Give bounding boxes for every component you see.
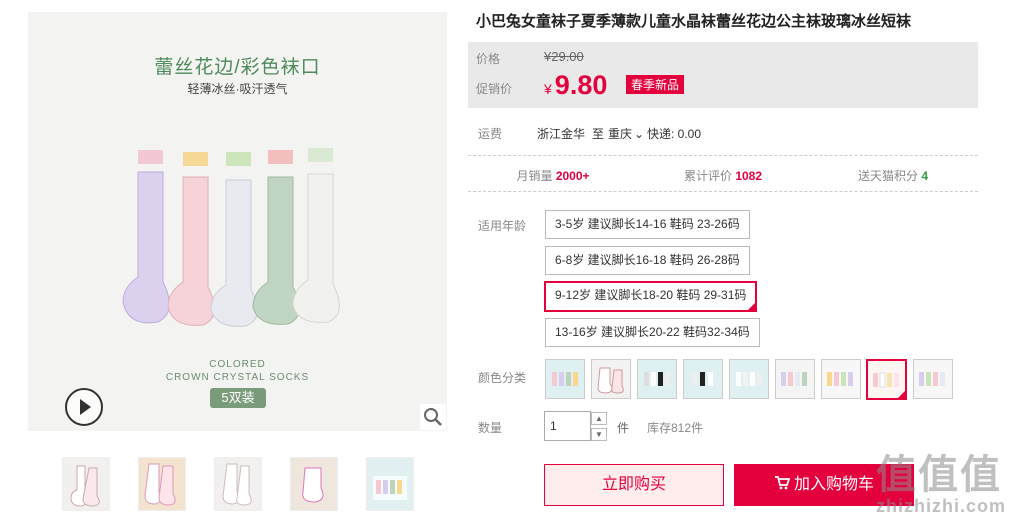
tmall-points-value: 4 bbox=[921, 169, 929, 183]
thumbnail-5[interactable] bbox=[366, 457, 414, 511]
quantity-decrease-button[interactable]: ▼ bbox=[591, 428, 607, 441]
quantity-input[interactable]: 1 bbox=[544, 411, 591, 441]
currency-symbol: ¥ bbox=[544, 81, 552, 97]
review-count-label: 累计评价 bbox=[683, 169, 732, 183]
pack-badge: 5双装 bbox=[210, 388, 266, 408]
image-subline: 轻薄冰丝·吸汗透气 bbox=[187, 82, 288, 96]
shipping-label: 运费 bbox=[478, 127, 503, 141]
watermark: 值值值 zhizhizhi.com bbox=[876, 442, 1006, 517]
chevron-down-icon: ⌄ bbox=[634, 127, 645, 141]
review-count-value: 1082 bbox=[735, 169, 763, 183]
monthly-sales-value: 2000+ bbox=[555, 169, 590, 183]
promo-price: ¥9.80 bbox=[544, 70, 607, 101]
zoom-icon[interactable] bbox=[420, 404, 446, 430]
review-count[interactable]: 累计评价 1082 bbox=[638, 167, 808, 184]
divider bbox=[468, 191, 978, 192]
image-headline: 蕾丝花边/彩色袜口 bbox=[154, 57, 321, 78]
thumbnail-4[interactable] bbox=[290, 457, 338, 511]
add-to-cart-label: 加入购物车 bbox=[793, 476, 874, 493]
selected-check-icon bbox=[896, 389, 905, 398]
promo-price-label: 促销价 bbox=[476, 82, 513, 96]
age-option-label: 9-12岁 建议脚长18-20 鞋码 29-31码 bbox=[555, 288, 747, 302]
shipping-from: 浙江金华 bbox=[537, 127, 586, 141]
age-option[interactable]: 3-5岁 建议脚长14-16 鞋码 23-26码 bbox=[545, 210, 750, 239]
image-en-line1: COLORED bbox=[209, 359, 266, 370]
divider bbox=[468, 155, 978, 156]
color-swatch-selected[interactable] bbox=[866, 359, 907, 400]
selected-check-icon bbox=[746, 301, 758, 312]
quantity-label: 数量 bbox=[478, 421, 503, 435]
stock-count: 库存812件 bbox=[647, 421, 704, 435]
quantity-increase-button[interactable]: ▲ bbox=[591, 412, 607, 425]
buy-now-button[interactable]: 立即购买 bbox=[544, 464, 724, 506]
age-option[interactable]: 13-16岁 建议脚长20-22 鞋码32-34码 bbox=[545, 318, 760, 347]
price-box: 价格 ¥29.00 促销价 ¥9.80 春季新品 bbox=[468, 42, 978, 108]
color-swatch-7[interactable] bbox=[821, 359, 861, 399]
color-swatch-9[interactable] bbox=[913, 359, 953, 399]
color-swatch-5[interactable] bbox=[729, 359, 769, 399]
promo-tag: 春季新品 bbox=[626, 75, 685, 94]
thumbnail-2[interactable] bbox=[138, 457, 186, 511]
play-icon[interactable] bbox=[65, 388, 103, 426]
tmall-points: 送天猫积分 4 bbox=[808, 167, 978, 184]
shipping-destination-select[interactable]: 重庆 ⌄ bbox=[608, 125, 644, 142]
main-product-image[interactable]: 蕾丝花边/彩色袜口 轻薄冰丝·吸汗透气 COLORED CROWN CRYSTA… bbox=[28, 12, 447, 431]
color-swatch-2[interactable] bbox=[591, 359, 631, 399]
tmall-points-label: 送天猫积分 bbox=[857, 169, 918, 183]
color-swatch-6[interactable] bbox=[775, 359, 815, 399]
shipping-to-prefix: 至 bbox=[592, 127, 605, 141]
color-swatch-4[interactable] bbox=[683, 359, 723, 399]
color-label: 颜色分类 bbox=[478, 371, 527, 385]
promo-price-value: 9.80 bbox=[554, 70, 608, 100]
quantity-unit: 件 bbox=[617, 421, 630, 435]
image-en-line2: CROWN CRYSTAL SOCKS bbox=[165, 372, 310, 383]
shipping-destination: 重庆 bbox=[608, 127, 633, 141]
monthly-sales: 月销量 2000+ bbox=[468, 167, 638, 184]
product-title: 小巴兔女童袜子夏季薄款儿童水晶袜蕾丝花边公主袜玻璃冰丝短袜 bbox=[476, 13, 912, 30]
watermark-cn: 值值值 bbox=[876, 453, 1002, 497]
color-swatch-1[interactable] bbox=[545, 359, 585, 399]
monthly-sales-label: 月销量 bbox=[516, 169, 553, 183]
original-price: ¥29.00 bbox=[544, 49, 584, 64]
age-option-selected[interactable]: 9-12岁 建议脚长18-20 鞋码 29-31码 bbox=[544, 281, 758, 312]
watermark-en: zhizhizhi.com bbox=[876, 496, 1006, 516]
socks-illustration bbox=[122, 148, 340, 327]
original-price-label: 价格 bbox=[476, 52, 501, 66]
color-swatch-3[interactable] bbox=[637, 359, 677, 399]
thumbnail-3[interactable] bbox=[214, 457, 262, 511]
age-label: 适用年龄 bbox=[478, 219, 527, 233]
age-option[interactable]: 6-8岁 建议脚长16-18 鞋码 26-28码 bbox=[545, 246, 750, 275]
cart-icon bbox=[774, 476, 794, 493]
thumbnail-1[interactable] bbox=[62, 457, 110, 511]
shipping-express: 快递: 0.00 bbox=[647, 127, 702, 141]
